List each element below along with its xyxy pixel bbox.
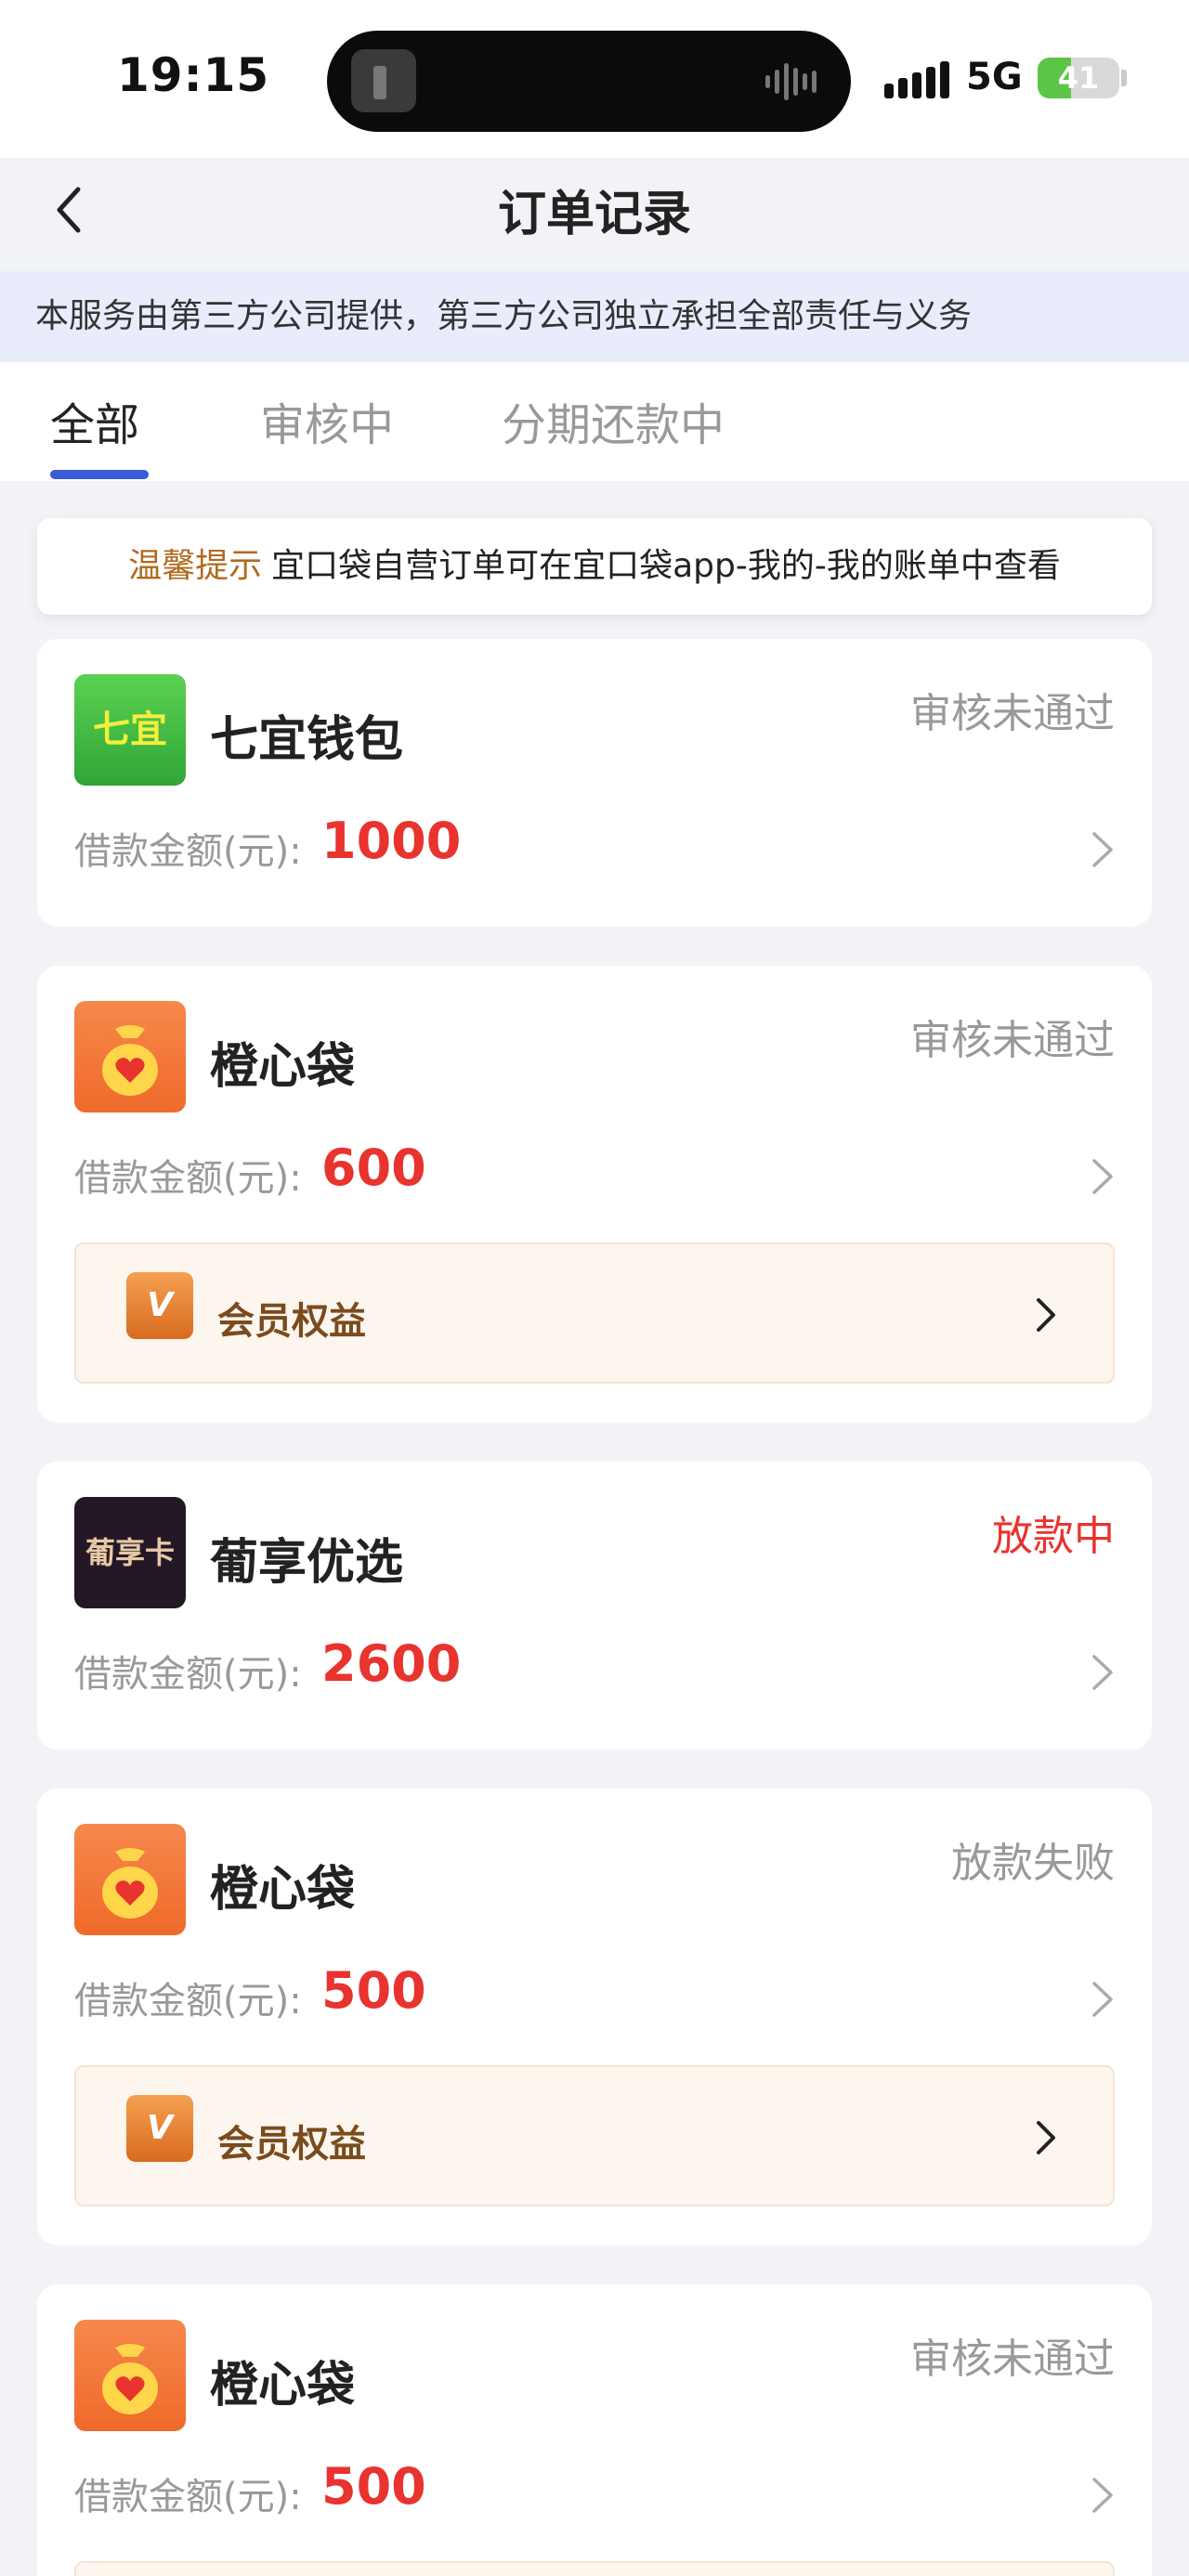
tab-reviewing[interactable]: 审核中 [260,388,394,453]
member-benefits-button[interactable]: V 会员权益 [74,2065,1115,2206]
money-bag-heart-icon [74,2320,186,2431]
order-card[interactable]: 葡享卡 葡享优选 放款中 借款金额(元): 2600 [37,1462,1152,1750]
order-product-name: 橙心袋 [210,2358,356,2413]
tip-banner: 温馨提示 宜口袋自营订单可在宜口袋app-我的-我的账单中查看 [37,518,1152,615]
signal-icon [884,61,949,98]
amount-label: 借款金额(元): [74,830,302,873]
tab-installment[interactable]: 分期还款中 [502,388,725,453]
active-tab-indicator [50,470,149,479]
chevron-right-icon[interactable] [1091,1980,1115,2019]
money-bag-heart-icon [74,1001,186,1112]
order-status: 审核未通过 [910,2335,1115,2383]
tab-bar: 全部 审核中 分期还款中 [0,362,1189,481]
order-card[interactable]: 七宜 七宜钱包 审核未通过 借款金额(元): 1000 [37,639,1152,927]
qiyi-wallet-logo-icon: 七宜 [74,674,186,786]
order-status: 审核未通过 [910,1017,1115,1064]
member-benefits-label: 会员权益 [217,1300,366,1343]
amount-label: 借款金额(元): [74,1980,302,2023]
member-benefits-label: 会员权益 [217,2123,366,2166]
network-type: 5G [966,56,1023,98]
order-product-name: 七宜钱包 [210,712,404,768]
amount-label: 借款金额(元): [74,2476,302,2518]
order-product-name: 橙心袋 [210,1862,356,1918]
order-status: 审核未通过 [910,690,1115,737]
member-benefits-button[interactable] [74,2561,1115,2576]
vip-icon: V [126,2095,193,2162]
status-time: 19:15 [117,48,270,102]
vip-icon: V [126,1272,193,1339]
amount-label: 借款金额(元): [74,1653,302,1696]
audio-wave-icon [765,62,823,101]
page-title: 订单记录 [497,187,691,242]
chevron-right-icon [1037,1298,1055,1332]
dynamic-island [327,31,851,132]
member-benefits-button[interactable]: V 会员权益 [74,1242,1115,1384]
amount-value: 600 [321,1138,426,1197]
chevron-right-icon[interactable] [1091,2476,1115,2515]
tip-label: 温馨提示 [128,547,263,585]
chevron-right-icon[interactable] [1091,1653,1115,1692]
battery-cap [1121,70,1127,86]
money-bag-heart-icon [74,1824,186,1935]
third-party-notice: 本服务由第三方公司提供，第三方公司独立承担全部责任与义务 [0,271,1189,362]
order-card[interactable]: 橙心袋 审核未通过 借款金额(元): 600 V 会员权益 [37,966,1152,1423]
order-status: 放款失败 [951,1840,1115,1887]
order-card[interactable]: 橙心袋 放款失败 借款金额(元): 500 V 会员权益 [37,1789,1152,2245]
order-status: 放款中 [992,1513,1115,1560]
battery-icon: 41 [1038,58,1119,98]
chevron-right-icon[interactable] [1091,830,1115,869]
media-thumbnail-icon [351,49,416,112]
order-product-name: 葡享优选 [210,1535,404,1591]
amount-value: 500 [321,1961,426,2020]
amount-label: 借款金额(元): [74,1157,302,1200]
chevron-right-icon[interactable] [1091,1157,1115,1196]
order-card[interactable]: 橙心袋 审核未通过 借款金额(元): 500 [37,2284,1152,2576]
puxiang-logo-icon: 葡享卡 [74,1497,186,1608]
battery-percent: 41 [1057,60,1100,96]
order-product-name: 橙心袋 [210,1039,356,1095]
tip-text: 宜口袋自营订单可在宜口袋app-我的-我的账单中查看 [271,547,1061,585]
amount-value: 2600 [321,1634,462,1693]
amount-value: 1000 [321,812,462,870]
amount-value: 500 [321,2457,426,2516]
status-bar: 19:15 5G 41 [0,0,1189,158]
chevron-right-icon [1037,2121,1055,2154]
tab-all[interactable]: 全部 [50,388,139,453]
